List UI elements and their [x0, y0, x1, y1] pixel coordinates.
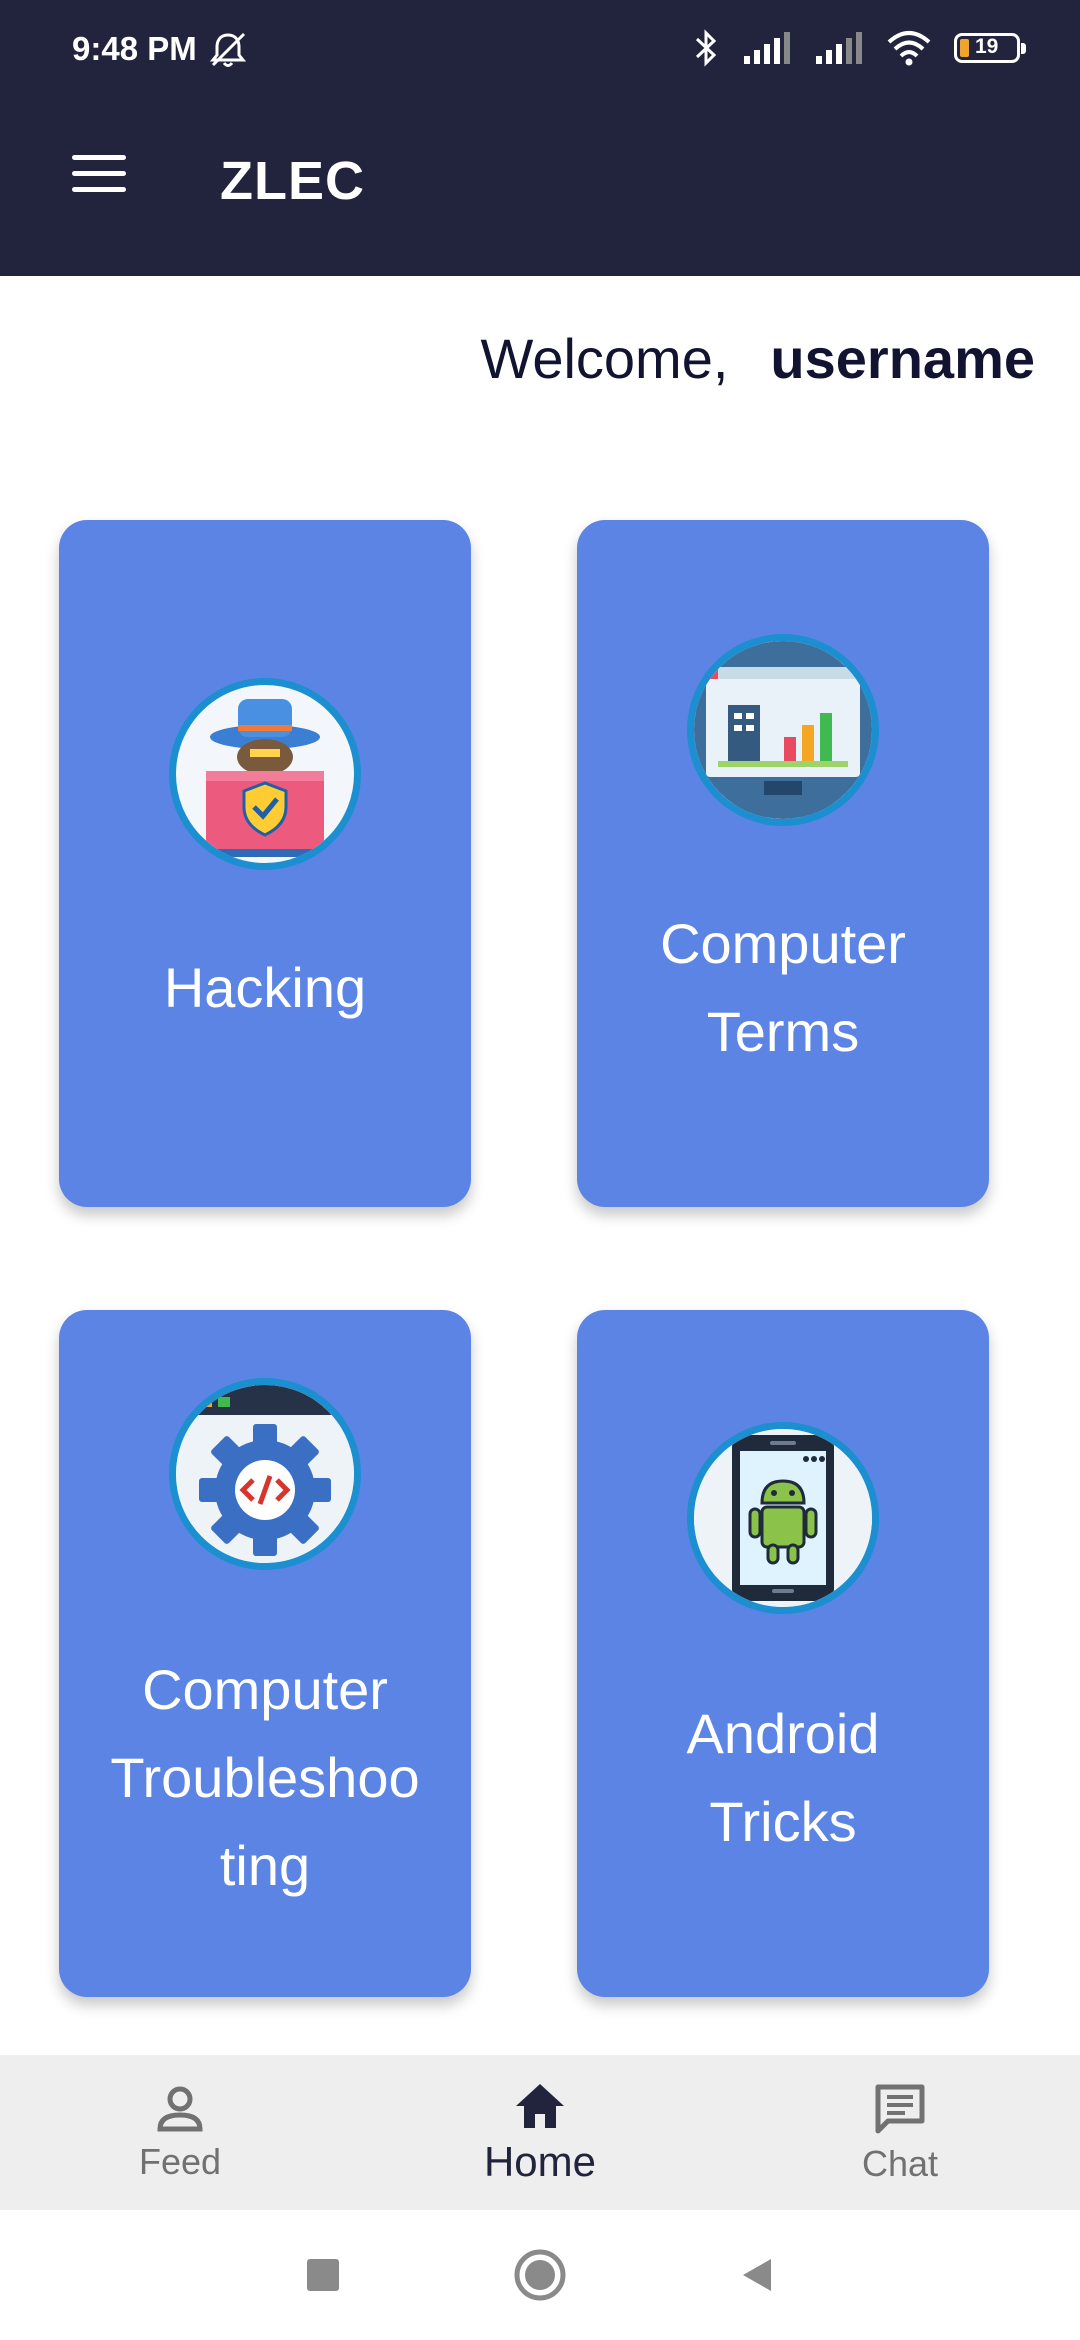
monitor-chart-icon — [687, 634, 879, 826]
card-label-line: Terms — [706, 1000, 860, 1063]
nav-item-chat[interactable]: Chat — [720, 2055, 1080, 2210]
welcome-banner: Welcome, username — [480, 326, 1035, 391]
bottom-nav: Feed Home Chat — [0, 2055, 1080, 2210]
card-label-line: Troubleshoo — [110, 1746, 420, 1809]
system-nav-bar — [0, 2210, 1080, 2340]
code-gear-icon — [169, 1378, 361, 1570]
welcome-username: username — [770, 327, 1035, 390]
recents-icon[interactable] — [303, 2255, 343, 2295]
card-label-line: Computer — [660, 912, 906, 975]
nav-label-home: Home — [483, 2137, 597, 2185]
card-label-line: Computer — [142, 1658, 388, 1721]
battery-icon: 19 — [954, 33, 1026, 63]
person-icon — [157, 2086, 203, 2131]
nav-item-feed[interactable]: Feed — [0, 2055, 360, 2210]
welcome-label: Welcome, — [480, 327, 729, 390]
bell-off-icon — [209, 32, 247, 67]
home-icon — [516, 2083, 564, 2128]
card-computer-terms[interactable]: Computer Terms — [577, 520, 989, 1207]
hacker-icon — [169, 678, 361, 870]
card-hacking[interactable]: Hacking — [59, 520, 471, 1207]
card-label-computer-troubleshooting: Computer Troubleshoo ting — [59, 1646, 471, 1910]
android-phone-icon — [687, 1422, 879, 1614]
battery-level: 19 — [975, 35, 999, 58]
back-icon[interactable] — [737, 2255, 777, 2295]
card-computer-troubleshooting[interactable]: Computer Troubleshoo ting — [59, 1310, 471, 1997]
card-android-tricks[interactable]: Android Tricks — [577, 1310, 989, 1997]
nav-label-feed: Feed — [138, 2140, 222, 2182]
card-label-computer-terms: Computer Terms — [577, 900, 989, 1076]
signal-icon — [744, 32, 790, 64]
home-circle-icon[interactable] — [513, 2248, 567, 2302]
chat-icon — [875, 2084, 925, 2133]
signal-icon — [816, 32, 862, 64]
status-time: 9:48 PM — [72, 30, 197, 67]
app-header: 9:48 PM 19 ZLEC — [0, 0, 1080, 276]
card-label-android-tricks: Android Tricks — [577, 1690, 989, 1866]
app-title: ZLEC — [220, 151, 365, 211]
card-label-line: Android — [686, 1702, 880, 1765]
card-label-hacking: Hacking — [163, 956, 367, 1019]
bluetooth-icon — [695, 29, 717, 67]
nav-label-chat: Chat — [861, 2142, 939, 2184]
status-icons: 19 — [692, 28, 1026, 68]
card-label-line: Tricks — [709, 1790, 857, 1853]
hamburger-menu-icon[interactable] — [72, 155, 126, 195]
card-label-line: ting — [219, 1834, 311, 1897]
nav-item-home[interactable]: Home — [360, 2055, 720, 2210]
wifi-icon — [887, 31, 931, 66]
